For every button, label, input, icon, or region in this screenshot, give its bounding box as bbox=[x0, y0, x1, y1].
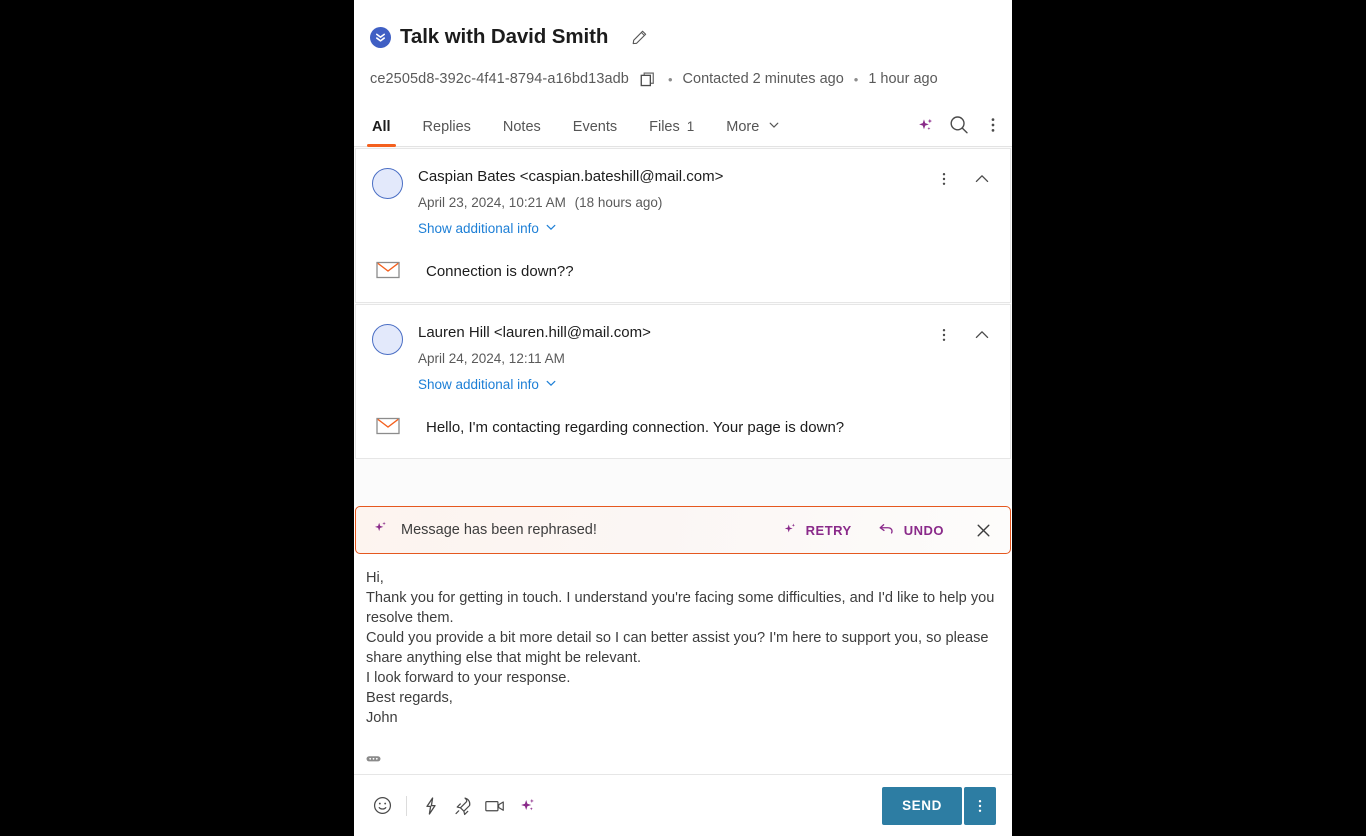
show-additional-info-link[interactable]: Show additional info bbox=[418, 221, 557, 236]
updated-text: 1 hour ago bbox=[868, 71, 938, 87]
undo-arrow-icon bbox=[878, 521, 896, 540]
message-timestamp: April 23, 2024, 10:21 AM bbox=[418, 195, 566, 210]
composer: Message has been rephrased! RETRY UNDO H… bbox=[354, 506, 1012, 836]
message-actions bbox=[932, 323, 994, 347]
message-identity: Caspian Bates <caspian.bateshill@mail.co… bbox=[418, 167, 932, 238]
message-sender: Caspian Bates <caspian.bateshill@mail.co… bbox=[418, 168, 724, 185]
tab-replies-label: Replies bbox=[422, 119, 471, 135]
message-body: Hello, I'm contacting regarding connecti… bbox=[372, 416, 994, 440]
show-additional-info-link[interactable]: Show additional info bbox=[418, 377, 557, 392]
message-header: Lauren Hill <lauren.hill@mail.com> April… bbox=[372, 323, 994, 394]
message-card: Caspian Bates <caspian.bateshill@mail.co… bbox=[355, 148, 1011, 303]
meta-separator: • bbox=[667, 71, 673, 87]
screen: Talk with David Smith ce2505d8-392c-4f41… bbox=[0, 0, 1366, 836]
retry-label: RETRY bbox=[805, 522, 852, 538]
sparkle-ai-icon[interactable] bbox=[511, 790, 543, 822]
chevron-down-icon bbox=[545, 377, 557, 392]
undo-label: UNDO bbox=[903, 522, 944, 538]
lightning-bolt-icon[interactable] bbox=[415, 790, 447, 822]
editor-line: Could you provide a bit more detail so I… bbox=[366, 630, 989, 666]
video-camera-icon[interactable] bbox=[479, 790, 511, 822]
message-date: April 24, 2024, 12:11 AM bbox=[418, 350, 932, 368]
editor-line: I look forward to your response. bbox=[366, 670, 571, 686]
editor-line: Thank you for getting in touch. I unders… bbox=[366, 590, 995, 626]
tab-files-count: 1 bbox=[686, 119, 695, 134]
show-additional-info-label: Show additional info bbox=[418, 377, 539, 392]
close-icon[interactable] bbox=[970, 517, 996, 543]
conversation-panel: Talk with David Smith ce2505d8-392c-4f41… bbox=[354, 0, 1012, 836]
editor-line: John bbox=[366, 710, 398, 726]
page-title: Talk with David Smith bbox=[400, 25, 609, 48]
tab-more[interactable]: More bbox=[710, 113, 796, 146]
collapse-chevron-up-icon[interactable] bbox=[970, 167, 994, 191]
collapse-chevron-up-icon[interactable] bbox=[970, 323, 994, 347]
ellipsis-icon[interactable] bbox=[366, 752, 384, 766]
send-group: SEND bbox=[882, 786, 996, 825]
tab-more-label: More bbox=[726, 119, 760, 135]
contacted-text: Contacted 2 minutes ago bbox=[682, 71, 844, 87]
copy-icon[interactable] bbox=[638, 69, 658, 89]
message-overflow-menu-icon[interactable] bbox=[932, 323, 956, 347]
chevron-down-icon bbox=[545, 221, 557, 236]
message-overflow-menu-icon[interactable] bbox=[932, 167, 956, 191]
tab-events-label: Events bbox=[572, 119, 618, 135]
chevrons-down-circle-icon bbox=[370, 26, 391, 48]
chevron-down-icon bbox=[768, 119, 780, 131]
message-timestamp: April 24, 2024, 12:11 AM bbox=[418, 351, 565, 366]
search-icon[interactable] bbox=[942, 108, 976, 142]
message-header: Caspian Bates <caspian.bateshill@mail.co… bbox=[372, 167, 994, 238]
editor-line: Best regards, bbox=[366, 690, 453, 706]
message-body: Connection is down?? bbox=[372, 260, 994, 284]
avatar bbox=[372, 324, 403, 355]
avatar bbox=[372, 168, 403, 199]
retry-button[interactable]: RETRY bbox=[782, 521, 852, 540]
title-row: Talk with David Smith bbox=[370, 22, 996, 52]
tab-replies[interactable]: Replies bbox=[407, 113, 487, 146]
conversation-meta: ce2505d8-392c-4f41-8794-a16bd13adb • Con… bbox=[370, 68, 996, 90]
tab-all-label: All bbox=[372, 119, 391, 135]
overflow-menu-icon[interactable] bbox=[976, 108, 1010, 142]
tab-notes-label: Notes bbox=[502, 119, 541, 135]
rocket-icon[interactable] bbox=[447, 790, 479, 822]
sparkle-ai-icon[interactable] bbox=[908, 108, 942, 142]
email-envelope-icon bbox=[376, 416, 400, 440]
message-relative-time: (18 hours ago) bbox=[574, 195, 663, 210]
send-options-menu-icon[interactable] bbox=[964, 786, 996, 825]
meta-separator-2: • bbox=[853, 71, 859, 87]
message-date: April 23, 2024, 10:21 AM (18 hours ago) bbox=[418, 194, 932, 212]
pencil-icon[interactable] bbox=[627, 25, 651, 49]
message-actions bbox=[932, 167, 994, 191]
tab-files-label: Files bbox=[649, 119, 680, 135]
show-additional-info-label: Show additional info bbox=[418, 221, 539, 236]
tab-bar: All Replies Notes Events Files 1 More bbox=[354, 108, 1012, 147]
email-envelope-icon bbox=[376, 260, 400, 284]
message-thread[interactable]: Caspian Bates <caspian.bateshill@mail.co… bbox=[354, 147, 1012, 506]
message-identity: Lauren Hill <lauren.hill@mail.com> April… bbox=[418, 323, 932, 394]
editor-line: Hi, bbox=[366, 570, 384, 586]
message-text: Hello, I'm contacting regarding connecti… bbox=[426, 419, 845, 436]
composer-toolbar: SEND bbox=[354, 774, 1012, 836]
send-button[interactable]: SEND bbox=[882, 786, 962, 825]
sparkle-ai-icon bbox=[372, 519, 389, 541]
rephrase-banner: Message has been rephrased! RETRY UNDO bbox=[355, 506, 1011, 554]
message-editor[interactable]: Hi, Thank you for getting in touch. I un… bbox=[354, 554, 1012, 774]
toolbar-divider bbox=[406, 795, 407, 816]
conversation-header: Talk with David Smith ce2505d8-392c-4f41… bbox=[354, 0, 1012, 90]
conversation-id: ce2505d8-392c-4f41-8794-a16bd13adb bbox=[370, 71, 629, 87]
tab-files[interactable]: Files 1 bbox=[633, 113, 710, 146]
tab-all[interactable]: All bbox=[356, 113, 407, 147]
tab-notes[interactable]: Notes bbox=[487, 113, 557, 146]
undo-button[interactable]: UNDO bbox=[878, 521, 944, 540]
message-card: Lauren Hill <lauren.hill@mail.com> April… bbox=[355, 304, 1011, 459]
message-sender: Lauren Hill <lauren.hill@mail.com> bbox=[418, 324, 651, 341]
message-text: Connection is down?? bbox=[426, 263, 574, 280]
tab-events[interactable]: Events bbox=[557, 113, 633, 146]
sparkle-ai-icon bbox=[782, 521, 798, 540]
banner-message: Message has been rephrased! bbox=[401, 522, 597, 538]
emoji-smiley-icon[interactable] bbox=[366, 790, 398, 822]
